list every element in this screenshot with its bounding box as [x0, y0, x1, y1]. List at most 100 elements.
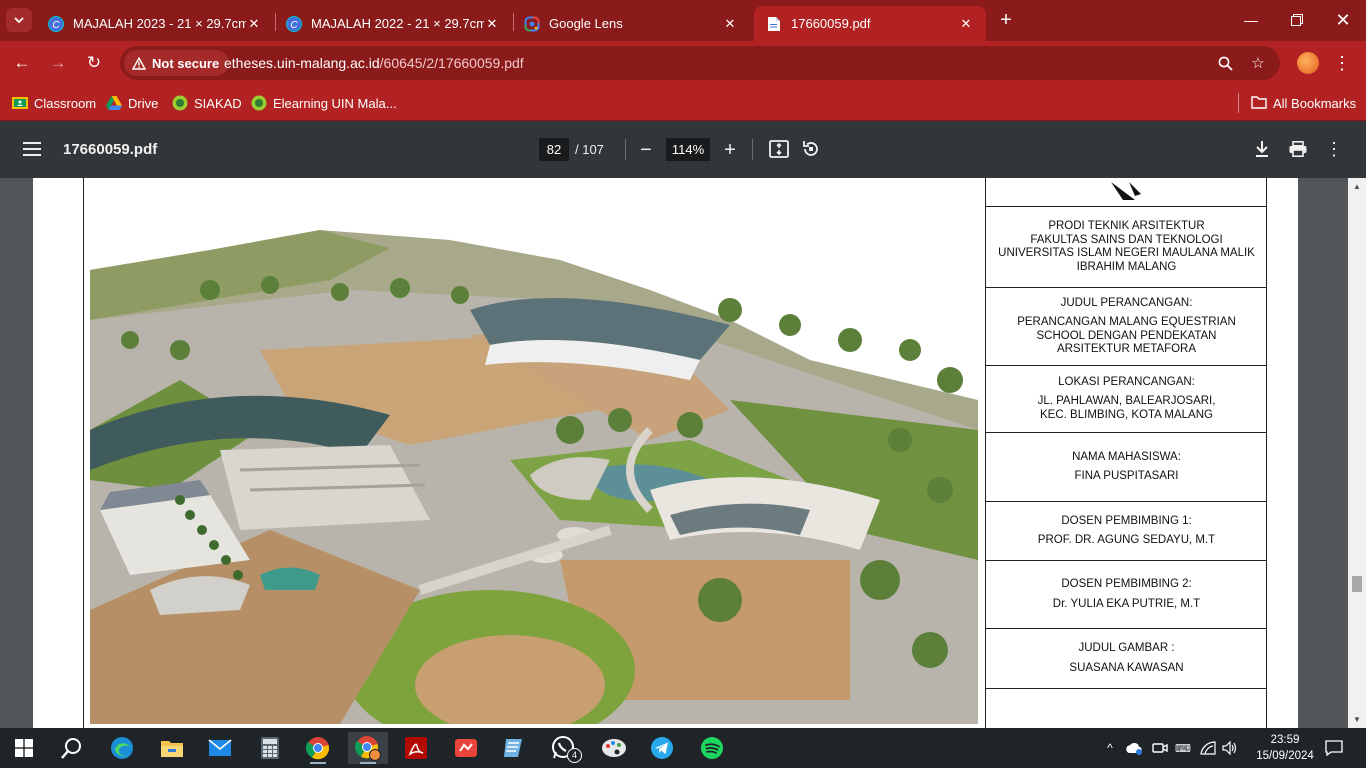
- institution-line: PRODI TEKNIK ARSITEKTUR: [1048, 220, 1205, 232]
- minus-icon: −: [640, 138, 652, 161]
- taskbar-telegram[interactable]: [642, 732, 682, 764]
- bookmark-drive[interactable]: Drive: [106, 93, 158, 113]
- taskbar-word[interactable]: [494, 732, 534, 764]
- spotify-icon: [701, 737, 723, 759]
- browser-toolbar: ← → ↻ Not secure etheses.uin-malang.ac.i…: [0, 41, 1366, 85]
- wps-presentation-icon: [455, 739, 477, 757]
- paint-icon: [602, 739, 626, 757]
- start-button[interactable]: [4, 732, 44, 764]
- tab-google-lens[interactable]: Google Lens ✕: [512, 6, 750, 41]
- taskbar-chrome[interactable]: [298, 732, 338, 764]
- folder-icon: [1251, 95, 1267, 111]
- bookmarks-bar: Classroom Drive SIAKAD Elearning UIN Mal…: [0, 85, 1366, 121]
- print-icon: [1289, 141, 1307, 157]
- close-icon[interactable]: ✕: [484, 16, 500, 32]
- address-bar[interactable]: Not secure etheses.uin-malang.ac.id/6064…: [120, 46, 1280, 80]
- vertical-scrollbar[interactable]: ▲ ▼: [1348, 178, 1366, 728]
- minimize-button[interactable]: —: [1228, 0, 1274, 40]
- taskbar-paint[interactable]: [594, 732, 634, 764]
- bookmark-label: SIAKAD: [194, 95, 242, 111]
- titleblock-institution: PRODI TEKNIK ARSITEKTUR FAKULTAS SAINS D…: [986, 207, 1267, 288]
- zoom-out-button[interactable]: −: [634, 138, 658, 162]
- meet-now-tray-icon[interactable]: [1150, 738, 1170, 758]
- acrobat-icon: [405, 737, 427, 759]
- university-logo: [1110, 182, 1141, 200]
- titleblock-advisor-2: DOSEN PEMBIMBING 2: Dr. YULIA EKA PUTRIE…: [986, 561, 1267, 629]
- taskbar-chrome-profile[interactable]: [348, 732, 388, 764]
- close-icon[interactable]: ✕: [722, 16, 738, 32]
- zoom-in-button[interactable]: +: [718, 138, 742, 162]
- taskbar-acrobat[interactable]: [396, 732, 436, 764]
- tab-title: 17660059.pdf: [791, 16, 871, 31]
- new-tab-button[interactable]: +: [994, 8, 1018, 32]
- input-method-tray-icon[interactable]: ⌨: [1173, 738, 1193, 758]
- taskbar-whatsapp[interactable]: 4: [544, 732, 584, 764]
- restore-button[interactable]: [1274, 0, 1320, 40]
- chevron-up-icon: ^: [1107, 741, 1113, 755]
- tab-pdf-active[interactable]: 17660059.pdf ✕: [754, 6, 986, 41]
- taskbar-wps-presentation[interactable]: [446, 732, 486, 764]
- onedrive-tray-icon[interactable]: [1124, 738, 1144, 758]
- back-button[interactable]: ←: [8, 49, 36, 77]
- show-hidden-icons-button[interactable]: ^: [1100, 738, 1120, 758]
- scrollbar-thumb[interactable]: [1352, 576, 1362, 592]
- taskbar-mail[interactable]: [200, 732, 240, 764]
- drawing-title-block: PRODI TEKNIK ARSITEKTUR FAKULTAS SAINS D…: [985, 178, 1267, 728]
- titleblock-student: NAMA MAHASISWA: FINA PUSPITASARI: [986, 433, 1267, 502]
- rotate-button[interactable]: [799, 137, 823, 161]
- scroll-up-arrow-icon[interactable]: ▲: [1352, 181, 1362, 191]
- elearning-icon: [251, 95, 267, 111]
- bookmark-elearning[interactable]: Elearning UIN Mala...: [251, 93, 397, 113]
- plus-icon: +: [724, 138, 736, 161]
- taskbar-calculator[interactable]: [250, 732, 290, 764]
- chrome-menu-button[interactable]: ⋮: [1330, 51, 1354, 75]
- chrome-profile-icon: [355, 736, 381, 761]
- close-icon[interactable]: ✕: [246, 16, 262, 32]
- pdf-document-area[interactable]: PRODI TEKNIK ARSITEKTUR FAKULTAS SAINS D…: [0, 178, 1348, 728]
- menu-icon[interactable]: [22, 139, 42, 159]
- chevron-down-icon: [14, 17, 24, 24]
- taskbar-search-button[interactable]: [52, 732, 92, 764]
- zoom-page-icon[interactable]: [1215, 53, 1235, 73]
- tab-title: Google Lens: [549, 16, 623, 31]
- chrome-icon: [306, 737, 330, 760]
- page-number-input[interactable]: 82: [539, 138, 569, 161]
- taskbar-file-explorer[interactable]: [152, 732, 192, 764]
- toolbar-divider: [752, 139, 753, 160]
- location-line: KEC. BLIMBING, KOTA MALANG: [1040, 408, 1213, 421]
- url-text[interactable]: etheses.uin-malang.ac.id/60645/2/1766005…: [224, 55, 524, 71]
- zoom-level-input[interactable]: 114%: [666, 138, 710, 161]
- close-window-button[interactable]: ✕: [1320, 0, 1366, 40]
- profile-avatar[interactable]: [1297, 52, 1319, 74]
- bookmark-star-icon[interactable]: ☆: [1248, 53, 1268, 73]
- tab-majalah-2022[interactable]: C MAJALAH 2022 - 21 × 29.7cm ✕: [274, 6, 512, 41]
- telegram-icon: [651, 737, 673, 759]
- whatsapp-badge: 4: [567, 748, 582, 763]
- fit-to-page-button[interactable]: [767, 137, 791, 161]
- bookmark-siakad[interactable]: SIAKAD: [172, 93, 242, 113]
- download-button[interactable]: [1250, 137, 1274, 161]
- tab-majalah-2023[interactable]: C MAJALAH 2023 - 21 × 29.7cm ✕: [36, 6, 274, 41]
- reload-button[interactable]: ↻: [80, 49, 108, 77]
- notification-center-button[interactable]: [1323, 738, 1345, 758]
- forward-button[interactable]: →: [44, 49, 72, 77]
- security-chip[interactable]: Not secure: [124, 50, 230, 76]
- tab-search-button[interactable]: [6, 8, 32, 32]
- volume-icon[interactable]: [1220, 738, 1240, 758]
- url-path: /60645/2/17660059.pdf: [379, 55, 524, 71]
- taskbar-clock[interactable]: 23:59 15/09/2024: [1252, 732, 1318, 764]
- taskbar-spotify[interactable]: [692, 732, 732, 764]
- minimize-icon: —: [1244, 12, 1258, 28]
- more-actions-button[interactable]: ⋮: [1322, 137, 1346, 161]
- institution-line: FAKULTAS SAINS DAN TEKNOLOGI: [1030, 233, 1223, 246]
- google-lens-icon: [524, 16, 540, 32]
- network-wifi-icon[interactable]: [1198, 738, 1218, 758]
- taskbar-edge[interactable]: [102, 732, 142, 764]
- print-button[interactable]: [1286, 137, 1310, 161]
- scroll-down-arrow-icon[interactable]: ▼: [1352, 714, 1362, 724]
- bookmark-classroom[interactable]: Classroom: [12, 93, 96, 113]
- arrow-right-icon: →: [49, 53, 67, 72]
- close-icon[interactable]: ✕: [958, 16, 974, 32]
- all-bookmarks-button[interactable]: All Bookmarks: [1251, 93, 1356, 113]
- all-bookmarks-label: All Bookmarks: [1273, 95, 1357, 111]
